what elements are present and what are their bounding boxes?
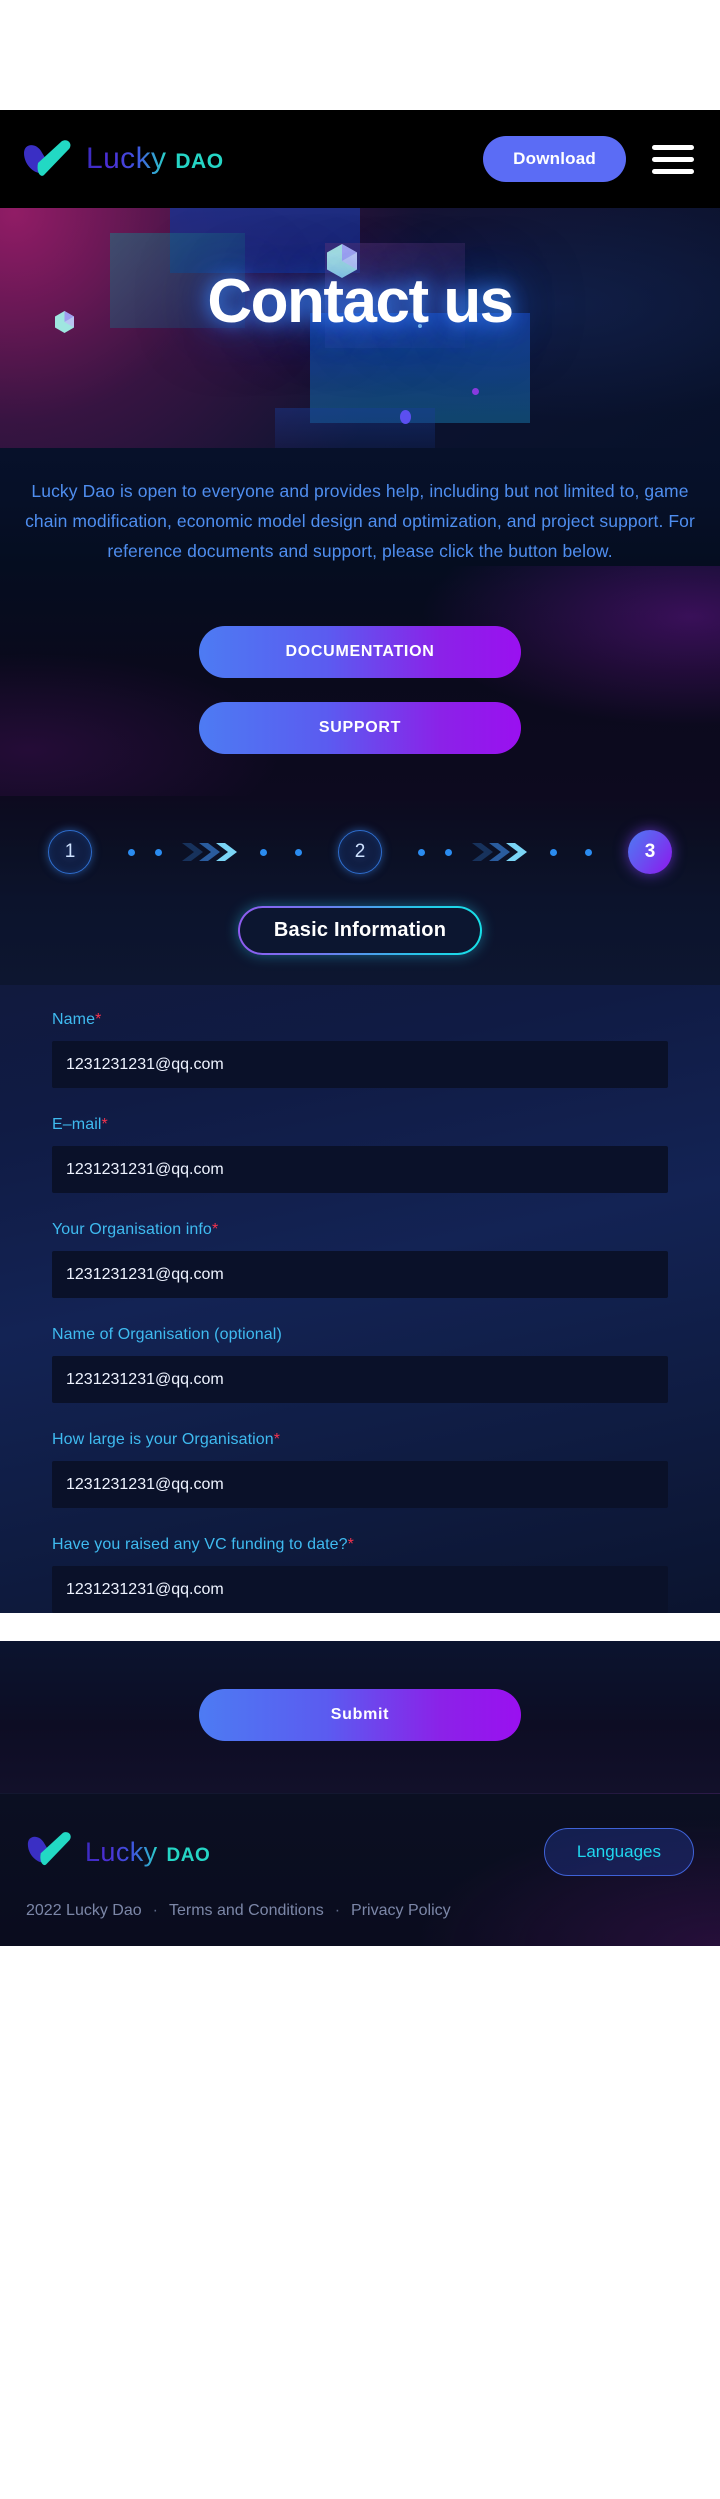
step-circle-3[interactable]: 3 <box>628 830 672 875</box>
field-organisation-info: Your Organisation info* <box>52 1221 668 1299</box>
step-indicator: 1 2 3 <box>0 830 720 875</box>
link-separator: · <box>334 1902 341 1920</box>
menu-bar-3 <box>652 168 694 174</box>
logo-dao-text: DAO <box>175 150 224 173</box>
footer-logo-lucky-text: Lucky <box>85 1836 158 1867</box>
chevron-right-icon <box>472 841 530 863</box>
lucky-dao-checkmark-logo-icon <box>22 139 74 179</box>
page-title: Contact us <box>207 267 514 336</box>
field-email-label: E–mail* <box>52 1116 108 1134</box>
connector-dot <box>295 848 302 856</box>
lucky-dao-checkmark-logo-icon <box>26 1831 74 1873</box>
required-marker: * <box>347 1536 354 1554</box>
field-organisation-size-label: How large is your Organisation* <box>52 1431 281 1449</box>
contact-form: Name* E–mail* Your Organisation info* Na… <box>0 985 720 1614</box>
step-connector-1 <box>92 841 338 863</box>
intro-section: Lucky Dao is open to everyone and provid… <box>0 448 720 567</box>
field-organisation-name-label: Name of Organisation (optional) <box>52 1326 282 1344</box>
cta-section: DOCUMENTATION SUPPORT <box>0 566 720 796</box>
privacy-link[interactable]: Privacy Policy <box>351 1902 451 1920</box>
field-name-label: Name* <box>52 1011 102 1029</box>
step-indicator-section: 1 2 3 <box>0 796 720 901</box>
field-organisation-info-label: Your Organisation info* <box>52 1221 219 1239</box>
organisation-size-input[interactable] <box>52 1461 668 1509</box>
step-connector-2 <box>382 841 628 863</box>
footer-links: 2022 Lucky Dao · Terms and Conditions · … <box>26 1902 694 1920</box>
connector-dot <box>585 848 592 856</box>
link-separator: · <box>152 1902 158 1920</box>
site-header: Lucky DAO Download <box>0 110 720 208</box>
decor-square-5 <box>275 408 435 448</box>
intro-paragraph: Lucky Dao is open to everyone and provid… <box>25 481 695 562</box>
field-name: Name* <box>52 1011 668 1089</box>
form-tab-section: Basic Information <box>0 900 720 986</box>
footer-logo-wordmark: Lucky DAO <box>85 1837 210 1868</box>
hamburger-menu-icon[interactable] <box>652 139 694 179</box>
footer-top-row: Lucky DAO Languages <box>26 1828 694 1877</box>
connector-dot <box>418 848 425 856</box>
name-input[interactable] <box>52 1041 668 1089</box>
footer-logo-dao-text: DAO <box>166 1844 211 1866</box>
required-marker: * <box>101 1116 108 1134</box>
tab-basic-information[interactable]: Basic Information <box>237 906 483 956</box>
tab-basic-information-label[interactable]: Basic Information <box>239 908 481 954</box>
documentation-button[interactable]: DOCUMENTATION <box>199 626 521 679</box>
download-button[interactable]: Download <box>483 136 626 182</box>
field-vc-funding-label: Have you raised any VC funding to date?* <box>52 1536 354 1554</box>
field-organisation-name: Name of Organisation (optional) <box>52 1326 668 1404</box>
support-button[interactable]: SUPPORT <box>199 702 521 755</box>
hero-banner: Contact us <box>0 208 720 448</box>
logo-lucky-text: Lucky <box>86 142 167 175</box>
field-email: E–mail* <box>52 1116 668 1194</box>
submit-section: Submit <box>0 1641 720 1794</box>
email-input[interactable] <box>52 1146 668 1194</box>
connector-dot <box>550 848 557 856</box>
top-blank-strip <box>0 0 720 110</box>
languages-button[interactable]: Languages <box>543 1828 694 1877</box>
step-circle-1[interactable]: 1 <box>48 830 92 875</box>
field-organisation-size: How large is your Organisation* <box>52 1431 668 1509</box>
copyright-text: 2022 Lucky Dao <box>26 1902 142 1920</box>
organisation-info-input[interactable] <box>52 1251 668 1299</box>
menu-bar-1 <box>652 144 694 150</box>
connector-dot <box>155 848 162 856</box>
site-logo[interactable]: Lucky DAO <box>22 139 224 179</box>
connector-dot <box>260 848 267 856</box>
footer-logo[interactable]: Lucky DAO <box>26 1831 210 1873</box>
chevron-right-icon <box>182 841 240 863</box>
required-marker: * <box>211 1221 219 1239</box>
decor-dot-3 <box>400 410 411 424</box>
connector-dot <box>128 848 135 856</box>
field-vc-funding: Have you raised any VC funding to date?* <box>52 1536 668 1614</box>
step-circle-2[interactable]: 2 <box>338 830 382 875</box>
required-marker: * <box>273 1431 281 1449</box>
terms-link[interactable]: Terms and Conditions <box>169 1902 324 1920</box>
connector-dot <box>445 848 452 856</box>
submit-button[interactable]: Submit <box>199 1689 521 1742</box>
organisation-name-input[interactable] <box>52 1356 668 1404</box>
decor-dot-2 <box>472 388 479 395</box>
logo-wordmark: Lucky DAO <box>86 142 224 176</box>
menu-bar-2 <box>652 156 694 162</box>
required-marker: * <box>95 1011 102 1029</box>
vc-funding-input[interactable] <box>52 1566 668 1614</box>
site-footer: Lucky DAO Languages 2022 Lucky Dao · Ter… <box>0 1793 720 1946</box>
